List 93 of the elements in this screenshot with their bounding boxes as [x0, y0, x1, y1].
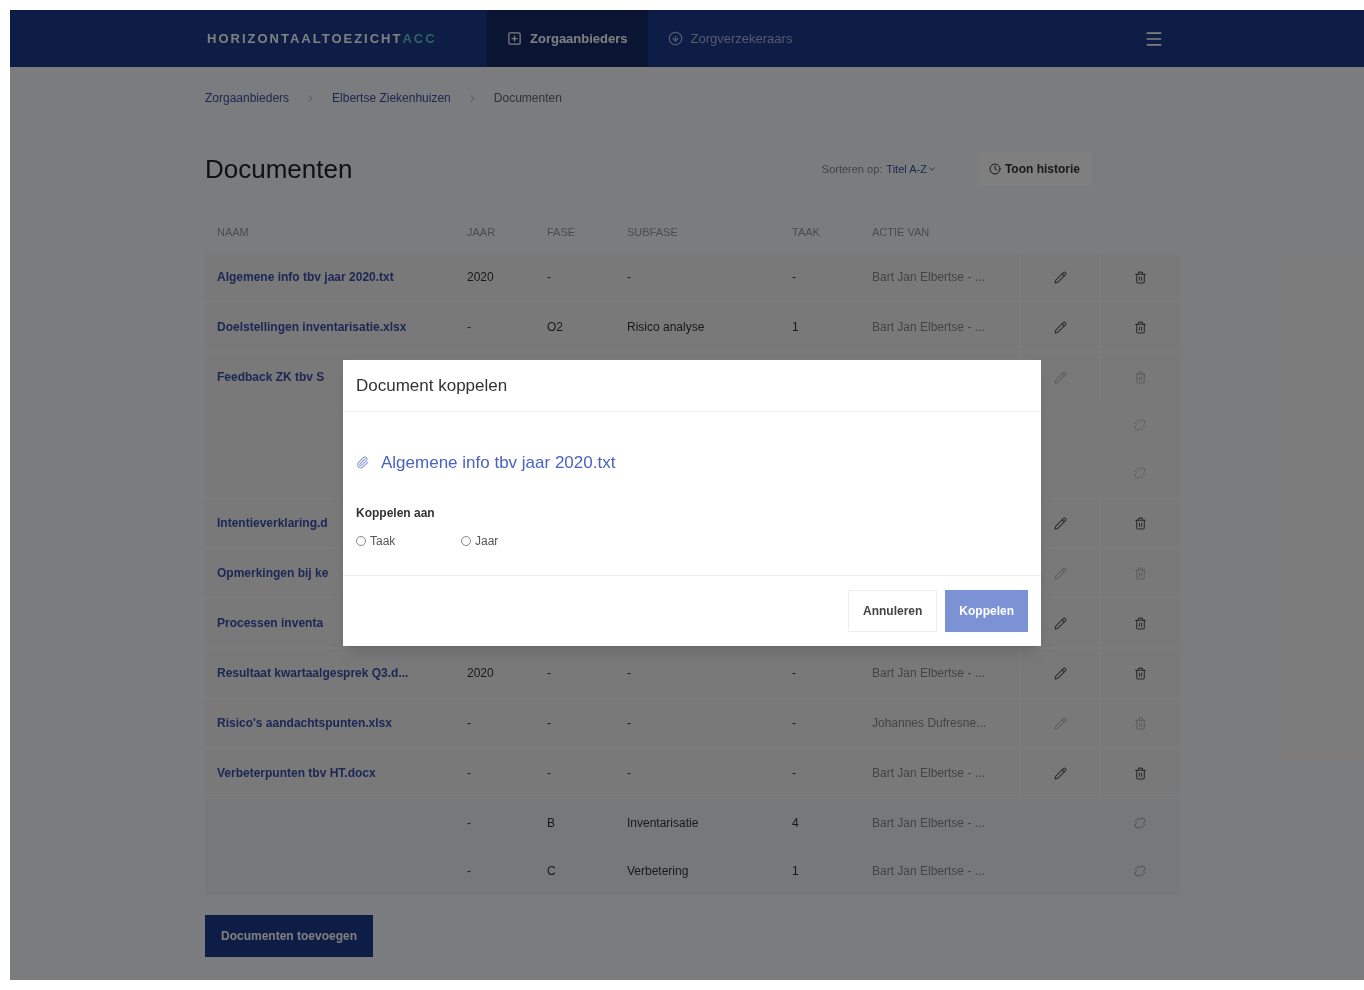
document-link[interactable]: Algemene info tbv jaar 2020.txt: [381, 450, 616, 476]
table-cell-text: 2020: [467, 665, 494, 682]
radio-option[interactable]: Jaar: [461, 531, 516, 550]
edit-button[interactable]: [1054, 516, 1067, 530]
trash-icon: [1134, 666, 1147, 680]
delete-button[interactable]: [1134, 270, 1147, 284]
table-cell-text: 1: [792, 863, 799, 880]
document-link[interactable]: Feedback ZK tbv S: [217, 368, 325, 386]
table-cell-text: -: [627, 665, 631, 682]
clock-icon: [988, 163, 1001, 175]
delete-button[interactable]: [1134, 766, 1147, 780]
table-cell-text: Risico analyse: [627, 319, 705, 336]
unlink-icon[interactable]: [1134, 865, 1146, 877]
table-cell-text: -: [467, 319, 471, 336]
breadcrumb-current: Documenten: [493, 90, 562, 107]
sort-dropdown[interactable]: Titel A-Z: [886, 160, 937, 178]
history-button[interactable]: Toon historie: [976, 152, 1092, 186]
pencil-icon: [1054, 616, 1067, 630]
document-link[interactable]: Resultaat kwartaalgesprek Q3.d...: [217, 664, 409, 682]
unlink-icon[interactable]: [1134, 817, 1146, 829]
pencil-icon: [1054, 516, 1067, 530]
table-cell-text: -: [467, 815, 471, 832]
document-link[interactable]: Processen inventa: [217, 614, 324, 632]
caret-icon: [926, 164, 937, 174]
trash-icon: [1134, 516, 1147, 530]
radio-option[interactable]: Taak: [356, 531, 411, 550]
delete-button[interactable]: [1134, 320, 1147, 334]
table-cell-text: -: [627, 269, 631, 286]
edit-button[interactable]: [1054, 270, 1067, 284]
pencil-icon: [1054, 716, 1067, 730]
trash-icon: [1134, 716, 1147, 730]
breadcrumb-link[interactable]: Elbertse Ziekenhuizen: [332, 89, 451, 107]
document-link[interactable]: Algemene info tbv jaar 2020.txt: [217, 268, 394, 286]
nav-tab[interactable]: Zorgaanbieders: [487, 10, 648, 67]
table-cell-text: -: [547, 269, 551, 286]
radio-button[interactable]: [461, 535, 471, 546]
table-cell-text: -: [627, 715, 631, 732]
add-documents-button[interactable]: Documenten toevoegen: [205, 915, 374, 957]
pencil-icon: [1054, 666, 1067, 680]
edit-button[interactable]: [1054, 666, 1067, 680]
table-cell-text: O2: [547, 319, 563, 336]
table-cell-text: -: [547, 715, 551, 732]
edit-button[interactable]: [1054, 766, 1067, 780]
document-link[interactable]: Verbeterpunten tbv HT.docx: [217, 764, 376, 782]
document-link[interactable]: Intentieverklaring.d: [217, 514, 328, 532]
modal-title: Document koppelen: [356, 374, 508, 397]
delete-button[interactable]: [1134, 616, 1147, 630]
logo: HORIZONTAALTOEZICHTACC: [207, 29, 438, 48]
cancel-button[interactable]: Annuleren: [848, 590, 938, 632]
plus-square-icon: [507, 31, 522, 46]
table-cell-text: -: [547, 665, 551, 682]
table-cell-text: C: [547, 863, 556, 880]
breadcrumb-link[interactable]: Zorgaanbieders: [205, 89, 290, 107]
sort-label: Sorteren op:: [821, 161, 883, 177]
confirm-button[interactable]: Koppelen: [945, 590, 1028, 632]
trash-icon: [1134, 566, 1147, 580]
pencil-icon: [1054, 370, 1067, 384]
document-link[interactable]: Risico's aandachtspunten.xlsx: [217, 714, 392, 732]
page-title: Documenten: [205, 152, 354, 186]
table-cell-text: B: [547, 815, 555, 832]
nav-tab[interactable]: Zorgverzekeraars: [647, 10, 813, 67]
edit-button[interactable]: [1054, 320, 1067, 334]
radio-button[interactable]: [356, 535, 366, 546]
table-cell-text: -: [467, 863, 471, 880]
table-cell-text: -: [792, 269, 796, 286]
trash-icon: [1134, 766, 1147, 780]
paperclip-icon: [356, 456, 369, 470]
pencil-icon: [1054, 270, 1067, 284]
document-link[interactable]: Doelstellingen inventarisatie.xlsx: [217, 318, 407, 336]
table-cell-text: -: [467, 765, 471, 782]
edit-button[interactable]: [1054, 616, 1067, 630]
table-cell-text: -: [547, 765, 551, 782]
delete-button[interactable]: [1134, 666, 1147, 680]
table-cell-text: -: [792, 665, 796, 682]
field-label: Koppelen aan: [356, 504, 436, 522]
table-cell-text: -: [467, 715, 471, 732]
trash-icon: [1134, 370, 1147, 384]
trash-icon: [1134, 320, 1147, 334]
pencil-icon: [1054, 566, 1067, 580]
trash-icon: [1134, 270, 1147, 284]
table-cell-text: Inventarisatie: [627, 815, 699, 832]
delete-button[interactable]: [1134, 516, 1147, 530]
pencil-icon: [1054, 766, 1067, 780]
pencil-icon: [1054, 320, 1067, 334]
table-cell-text: Verbetering: [627, 863, 689, 880]
table-cell-text: 2020: [467, 269, 494, 286]
table-cell-text: -: [792, 715, 796, 732]
table-cell-text: 1: [792, 319, 799, 336]
table-cell-text: 4: [792, 815, 799, 832]
document-link[interactable]: Opmerkingen bij ke: [217, 564, 329, 582]
table-cell-text: -: [792, 765, 796, 782]
table-cell-text: -: [627, 765, 631, 782]
trash-icon: [1134, 616, 1147, 630]
